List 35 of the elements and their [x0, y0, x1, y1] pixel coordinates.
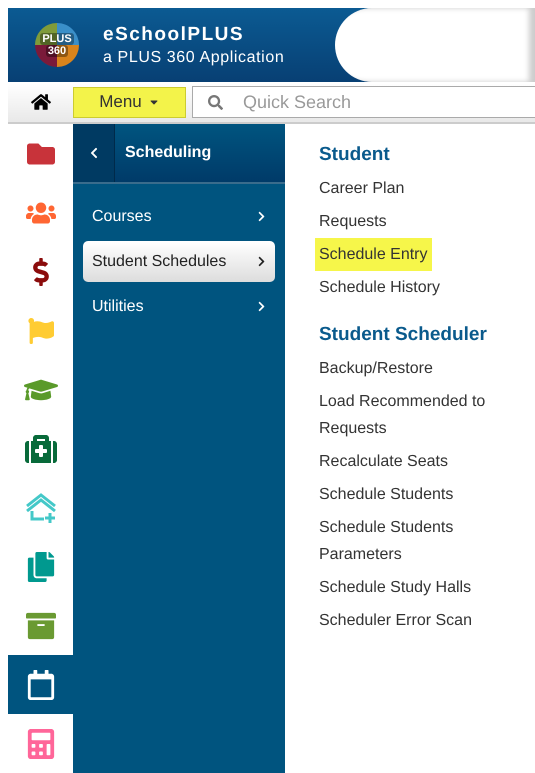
menu-link[interactable]: Schedule Entry	[315, 238, 432, 271]
menu-link[interactable]: Schedule Study Halls	[315, 571, 476, 604]
menu-item[interactable]: Utilities	[83, 286, 275, 327]
calendar-icon	[26, 670, 56, 700]
house-plus-icon	[24, 490, 58, 524]
archive-box-icon	[26, 610, 56, 640]
home-icon	[30, 92, 50, 112]
flag-icon	[28, 318, 54, 344]
medkit-icon	[24, 432, 56, 464]
menu-link[interactable]: Schedule Students	[315, 478, 458, 511]
logo: PLUS 360	[35, 23, 79, 67]
search-icon	[208, 95, 223, 110]
menu-item[interactable]: Student Schedules	[83, 241, 275, 282]
search-field[interactable]: Quick Search	[192, 86, 535, 118]
app-subtitle: a PLUS 360 Application	[103, 48, 284, 66]
menu-link[interactable]: Schedule Students Parameters	[315, 511, 513, 571]
calculator-icon	[26, 728, 56, 758]
chevron-icon	[256, 301, 267, 312]
menu-item[interactable]: Courses	[83, 196, 275, 237]
menu-link[interactable]: Backup/Restore	[315, 352, 437, 385]
documents-icon	[26, 552, 56, 582]
menu-link[interactable]: Load Recommended to Requests	[315, 385, 513, 445]
section-heading: Student Scheduler	[319, 324, 488, 346]
chevron-icon	[256, 256, 267, 267]
section-heading: Student	[319, 144, 391, 166]
menu-link[interactable]: Scheduler Error Scan	[315, 604, 476, 637]
menu-link[interactable]: Schedule History	[315, 271, 444, 304]
panel-title: Scheduling	[125, 144, 212, 163]
chevron-icon	[256, 211, 267, 222]
menu-link[interactable]: Requests	[315, 205, 391, 238]
rail-button[interactable]	[8, 655, 73, 714]
menu-button[interactable]: Menu	[73, 86, 186, 118]
menu-link[interactable]: Recalculate Seats	[315, 445, 452, 478]
menu-link[interactable]: Career Plan	[315, 172, 408, 205]
app-title: eSchoolPLUS	[103, 24, 246, 46]
